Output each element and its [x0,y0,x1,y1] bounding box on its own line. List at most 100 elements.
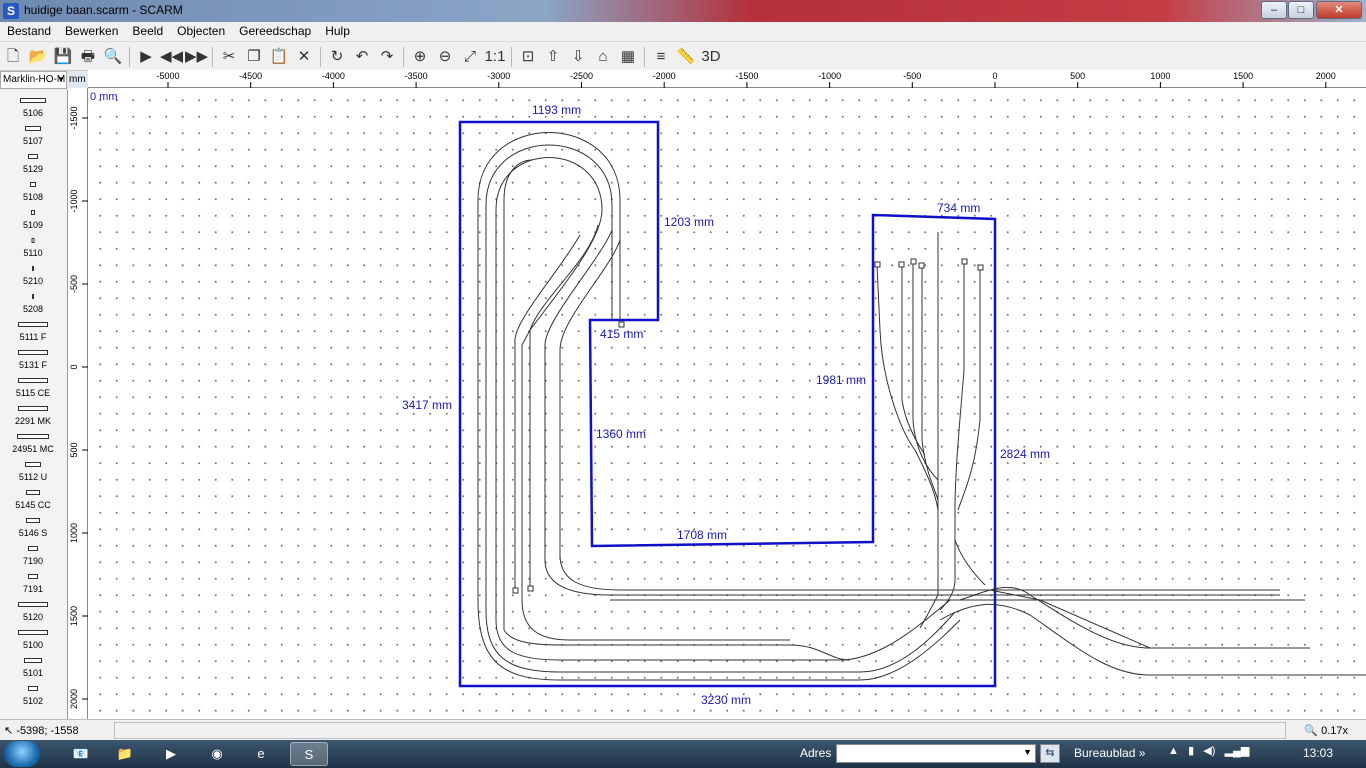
track-piece-icon [24,658,42,663]
library-item-5210[interactable]: 5210 [0,262,66,290]
track-library-select[interactable]: Marklin-HO-M ▼ [0,71,67,89]
library-item-5208[interactable]: 5208 [0,290,66,318]
ruler-tick-label: -1000 [69,189,79,212]
open-folder-icon[interactable]: 📂 [27,46,49,68]
library-item-7191[interactable]: 7191 [0,570,66,598]
step-back-icon[interactable]: ◀◀ [160,46,183,68]
snap-icon[interactable]: ⊡ [517,46,539,68]
save-icon[interactable]: 💾 [52,46,74,68]
status-bar: ↖ -5398; -1558 🔍 0.17x [0,719,1366,740]
ruler-tick-label: 1000 [69,523,79,543]
track-piece-icon [18,378,48,383]
library-item-label: 2291 MK [14,416,52,426]
outlook-taskbar-icon[interactable]: 📧 [62,742,100,766]
elevation-icon[interactable]: ▦ [617,46,639,68]
delete-icon[interactable]: ✕ [293,46,315,68]
track-library-value: Marklin-HO-M [3,74,66,85]
close-button[interactable]: ✕ [1316,1,1362,19]
library-item-5102[interactable]: 5102 [0,682,66,710]
library-item-5146-s[interactable]: 5146 S [0,514,66,542]
new-file-icon[interactable]: 🗋 [2,46,24,68]
media-player-taskbar-icon[interactable]: ▶ [152,742,190,766]
tape-measure-icon[interactable]: 📏 [675,46,697,68]
library-item-24951-mc[interactable]: 24951 MC [0,430,66,458]
network-icon[interactable]: ▂▄▆ [1225,745,1250,757]
library-item-5108[interactable]: 5108 [0,178,66,206]
library-item-5112-u[interactable]: 5112 U [0,458,66,486]
print-icon[interactable]: 🖶 [77,46,99,68]
menu-gereedschap[interactable]: Gereedschap [232,22,318,42]
menu-beeld[interactable]: Beeld [125,22,170,42]
copy-icon[interactable]: ❐ [243,46,265,68]
explorer-taskbar-icon[interactable]: 📁 [106,742,144,766]
library-item-5111-f[interactable]: 5111 F [0,318,66,346]
baseboard-outline[interactable] [458,120,997,688]
library-item-5100[interactable]: 5100 [0,626,66,654]
print-preview-icon[interactable]: 🔍 [102,46,124,68]
library-item-5129[interactable]: 5129 [0,150,66,178]
library-item-label: 5210 [22,276,44,286]
track-piece-icon [26,518,40,523]
flex-track-icon[interactable]: ⇧ [542,46,564,68]
layout-drawing[interactable]: 1193 mm 1203 mm 415 mm 1360 mm 1708 mm 1… [88,88,1366,719]
title-bar: S huidige baan.scarm - SCARM – □ ✕ [0,0,1366,22]
paste-icon[interactable]: 📋 [268,46,290,68]
library-item-5106[interactable]: 5106 [0,94,66,122]
bridge-icon[interactable]: ⌂ [592,46,614,68]
menu-bestand[interactable]: Bestand [0,22,58,42]
library-item-5145-cc[interactable]: 5145 CC [0,486,66,514]
dim-right-side: 2824 mm [1000,447,1050,461]
windows-taskbar: 📧 📁 ▶ ◉ e S Adres ▼ ⇆ Bureaublad » ▲ ▮ ◀… [0,740,1366,768]
library-item-5120[interactable]: 5120 [0,598,66,626]
library-item-5109[interactable]: 5109 [0,206,66,234]
library-item-2291-mk[interactable]: 2291 MK [0,402,66,430]
zoom-1to1-icon[interactable]: 1:1 [484,46,506,68]
library-item-5115-ce[interactable]: 5115 CE [0,374,66,402]
address-input[interactable]: ▼ [836,744,1036,763]
library-item-7190[interactable]: 7190 [0,542,66,570]
desktop-toolbar-label[interactable]: Bureaublad » [1074,746,1145,760]
layers-icon[interactable]: ≡ [650,46,672,68]
maximize-button[interactable]: □ [1288,1,1314,19]
track-library-panel: 5106 5107 5129 5108 5109 5110 5210 5208 5111 F 51… [0,90,68,719]
track-network[interactable] [477,132,1366,681]
scarm-taskbar-icon[interactable]: S [290,742,328,766]
rotate-icon[interactable]: ↻ [326,46,348,68]
library-item-5110[interactable]: 5110 [0,234,66,262]
zoom-out-icon[interactable]: ⊖ [434,46,456,68]
3d-view-icon[interactable]: 3D [700,46,722,68]
undo-icon[interactable]: ↶ [351,46,373,68]
cut-icon[interactable]: ✂ [218,46,240,68]
zoom-in-icon[interactable]: ⊕ [409,46,431,68]
window-title: huidige baan.scarm - SCARM [24,3,183,17]
scarm-app-icon[interactable]: S [3,3,19,19]
chevron-down-icon[interactable]: ▼ [1023,747,1032,757]
ruler-tick-label: -1500 [735,71,758,81]
address-go-button[interactable]: ⇆ [1040,744,1060,763]
ie-taskbar-icon[interactable]: e [242,742,280,766]
chevron-down-icon[interactable]: ▼ [57,72,65,88]
play-icon[interactable]: ▶ [135,46,157,68]
library-item-label: 5106 [22,108,44,118]
ruler-tick-label: -500 [69,275,79,293]
library-item-5101[interactable]: 5101 [0,654,66,682]
join-icon[interactable]: ⇩ [567,46,589,68]
step-forward-icon[interactable]: ▶▶ [185,46,208,68]
battery-icon[interactable]: ▮ [1188,745,1194,757]
redo-icon[interactable]: ↷ [376,46,398,68]
tray-up-arrow-icon[interactable]: ▲ [1168,745,1179,757]
fit-view-icon[interactable]: ⤢ [459,46,481,68]
system-tray[interactable]: ▲ ▮ ◀) ▂▄▆ [1168,744,1249,757]
menu-hulp[interactable]: Hulp [318,22,357,42]
menu-objecten[interactable]: Objecten [170,22,232,42]
cursor-coordinates-value: -5398; -1558 [16,725,79,737]
menu-bewerken[interactable]: Bewerken [58,22,125,42]
chrome-taskbar-icon[interactable]: ◉ [198,742,236,766]
volume-icon[interactable]: ◀) [1203,745,1215,757]
minimize-button[interactable]: – [1261,1,1287,19]
clock[interactable]: 13:03 [1303,746,1333,760]
start-button[interactable] [4,741,40,767]
library-item-5107[interactable]: 5107 [0,122,66,150]
library-item-5131-f[interactable]: 5131 F [0,346,66,374]
layout-canvas[interactable]: 1193 mm 1203 mm 415 mm 1360 mm 1708 mm 1… [88,88,1366,719]
